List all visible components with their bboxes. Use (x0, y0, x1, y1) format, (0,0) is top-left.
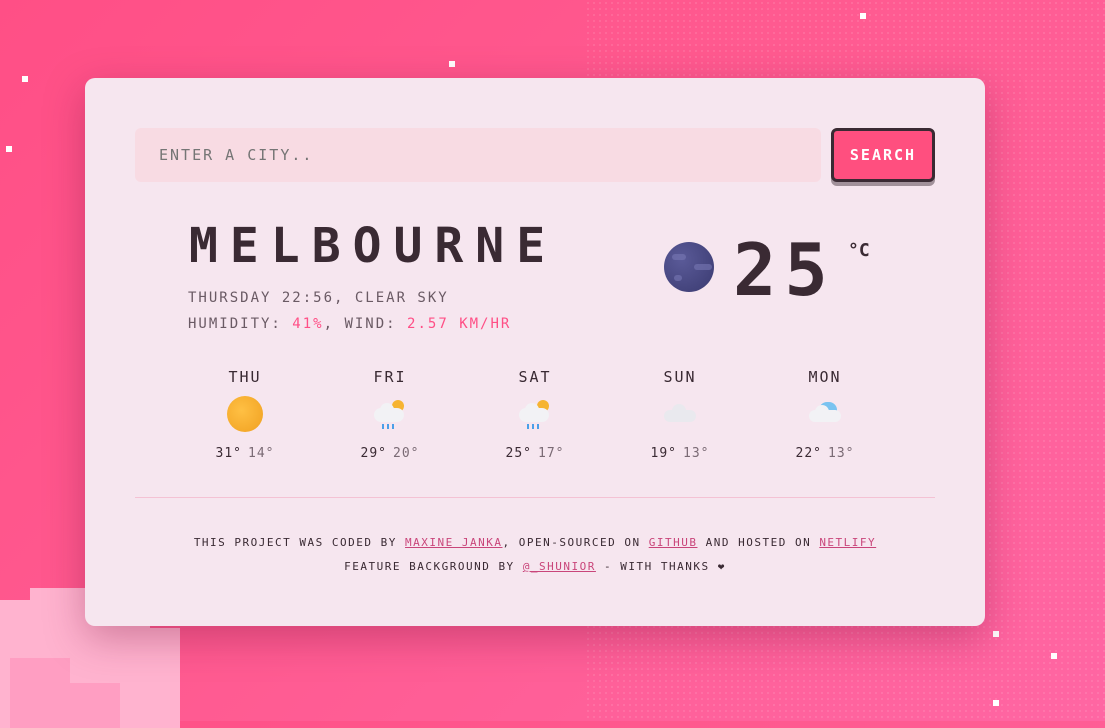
forecast-high: 19° (650, 446, 677, 461)
moon-icon (664, 242, 714, 292)
divider (135, 497, 935, 498)
current-temperature: 25 (733, 228, 836, 312)
forecast-day-name: THU (228, 368, 262, 386)
forecast-temps: 31° 14° (175, 446, 315, 461)
forecast-day-name: SUN (663, 368, 697, 386)
temperature-unit: °C (848, 240, 870, 261)
forecast-day: SUN 19° 13° (610, 368, 750, 461)
forecast-temps: 25° 17° (465, 446, 605, 461)
star-decoration (993, 700, 999, 706)
forecast-low: 13° (683, 446, 710, 461)
star-decoration (860, 13, 866, 19)
wind-label: , WIND: (323, 316, 397, 332)
forecast-temps: 19° 13° (610, 446, 750, 461)
humidity-value: 41% (292, 316, 324, 332)
forecast-day: THU 31° 14° (175, 368, 315, 461)
star-decoration (993, 631, 999, 637)
sun-icon (225, 394, 265, 434)
netlify-link[interactable]: NETLIFY (819, 536, 876, 549)
forecast-high: 29° (360, 446, 387, 461)
search-bar: SEARCH (135, 128, 935, 182)
forecast-temps: 22° 13° (755, 446, 895, 461)
star-decoration (449, 61, 455, 67)
forecast-low: 17° (538, 446, 565, 461)
weather-details: HUMIDITY: 41%, WIND: 2.57 KM/HR (188, 316, 511, 332)
credits-line-1: THIS PROJECT WAS CODED BY MAXINE JANKA, … (85, 531, 985, 555)
forecast-day: SAT 25° 17° (465, 368, 605, 461)
star-decoration (6, 146, 12, 152)
sun-cloud-rain-icon (370, 394, 410, 434)
star-decoration (1051, 653, 1057, 659)
weather-card: SEARCH MELBOURNE THURSDAY 22:56, CLEAR S… (85, 78, 985, 626)
credits-line-2: FEATURE BACKGROUND BY @_SHUNIOR - WITH T… (85, 555, 985, 579)
credits-text: , OPEN-SOURCED ON (502, 536, 641, 549)
github-link[interactable]: GITHUB (649, 536, 698, 549)
forecast-temps: 29° 20° (320, 446, 460, 461)
forecast-day: FRI 29° 20° (320, 368, 460, 461)
credits-text: FEATURE BACKGROUND BY (344, 560, 515, 573)
forecast-low: 13° (828, 446, 855, 461)
forecast-low: 20° (393, 446, 420, 461)
author-link[interactable]: MAXINE JANKA (405, 536, 502, 549)
forecast-day-name: FRI (373, 368, 407, 386)
humidity-label: HUMIDITY: (188, 316, 282, 332)
background-artist-link[interactable]: @_SHUNIOR (523, 560, 596, 573)
city-name: MELBOURNE (189, 218, 558, 274)
search-input[interactable] (135, 128, 821, 182)
forecast-day: MON 22° 13° (755, 368, 895, 461)
search-button[interactable]: SEARCH (831, 128, 935, 182)
credits-text: - WITH THANKS ❤ (604, 560, 726, 573)
forecast-low: 14° (248, 446, 275, 461)
forecast-high: 31° (215, 446, 242, 461)
forecast-high: 22° (795, 446, 822, 461)
sun-cloud-rain-icon (515, 394, 555, 434)
forecast-list: THU 31° 14° FRI 29° 20° SAT 25° 17° SUN … (175, 368, 895, 478)
cloud-icon (805, 394, 845, 434)
weather-description: THURSDAY 22:56, CLEAR SKY (188, 290, 449, 306)
forecast-high: 25° (505, 446, 532, 461)
credits: THIS PROJECT WAS CODED BY MAXINE JANKA, … (85, 531, 985, 579)
credits-text: AND HOSTED ON (705, 536, 812, 549)
wind-value: 2.57 KM/HR (407, 316, 512, 332)
forecast-day-name: MON (808, 368, 842, 386)
credits-text: THIS PROJECT WAS CODED BY (193, 536, 397, 549)
star-decoration (22, 76, 28, 82)
cloud-icon (660, 394, 700, 434)
forecast-day-name: SAT (518, 368, 552, 386)
